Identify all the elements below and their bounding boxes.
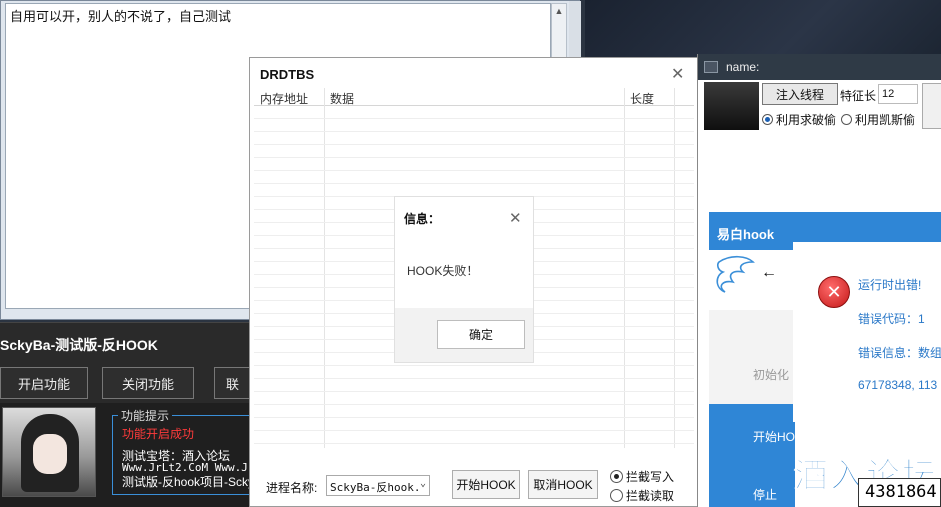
error-line-2: 错误代码：1 [858,312,925,326]
info-dialog-message: HOOK失败！ [407,264,479,278]
intercept-write-radio[interactable]: 拦截写入 [610,468,674,485]
info-dialog-title: 信息： [404,212,441,226]
ok-button[interactable]: 确定 [437,320,525,349]
cancel-hook-button[interactable]: 取消HOOK [528,470,598,499]
process-select[interactable]: SckyBa-反hook. ⌄ [326,475,430,496]
hook-sidebar: ← 初始化 开始HO 停止 [709,250,795,507]
process-name-label: 进程名称: [266,481,318,495]
tips-line-3: 测试版-反hook项目-Scky [122,475,255,489]
error-icon: ✕ [818,276,850,308]
anime-avatar-image [2,407,96,497]
error-message-box: ✕ 运行时出错! 错误代码：1 错误信息：数组 67178348, 113 [793,242,941,422]
info-dialog-close-icon[interactable]: ✕ [509,209,522,227]
arrow-left-icon: ← [761,264,777,281]
radio-checked-icon [762,114,773,125]
column-header-length[interactable]: 长度 [630,90,654,107]
tips-legend: 功能提示 [118,407,173,424]
radio-option-2-label: 利用凯斯偷 [855,113,916,127]
radio-option-2[interactable]: 利用凯斯偷 [841,111,915,128]
disable-function-button[interactable]: 关闭功能 [102,367,194,399]
error-line-3: 错误信息：数组 [858,346,941,360]
hook-actions: 开始HO 停止 [709,404,795,507]
intercept-write-label: 拦截写入 [626,470,675,484]
process-select-value: SckyBa-反hook. [330,481,421,494]
column-header-address[interactable]: 内存地址 [260,90,308,107]
name-window-title: name: [726,60,760,74]
memory-table-header: 内存地址 数据 长度 [254,88,694,106]
tips-status: 功能开启成功 [122,427,195,441]
side-button[interactable] [922,83,941,129]
drdtbs-close-icon[interactable]: ✕ [671,64,684,84]
enable-function-button[interactable]: 开启功能 [0,367,88,399]
radio-option-1-label: 利用求破偷 [776,113,837,127]
init-button[interactable]: 初始化 [709,310,795,404]
column-header-data[interactable]: 数据 [330,90,354,107]
error-line-4: 67178348, 113 [858,378,938,392]
name-window-titlebar: name: [698,54,941,80]
radio-unchecked-icon [841,114,852,125]
radio-option-1[interactable]: 利用求破偷 [762,111,836,128]
app-icon [704,61,718,73]
notepad-text: 自用可以开，别人的不说了，自己测试 [10,9,232,24]
intercept-read-radio[interactable]: 拦截读取 [610,487,674,504]
error-line-1: 运行时出错! [858,278,922,292]
intercept-read-label: 拦截读取 [626,489,675,503]
scroll-up-icon[interactable]: ▲ [552,4,566,18]
third-function-button[interactable]: 联 [214,367,250,399]
inject-thread-button[interactable]: 注入线程 [762,83,838,105]
hook-window-title: 易白hook [717,227,775,242]
init-label: 初始化 [753,368,790,382]
feature-length-input[interactable]: 12 [878,84,918,104]
drdtbs-title: DRDTBS [260,67,315,82]
sckyba-info-panel: 功能提示 功能开启成功 测试宝塔：酒入论坛 Www.JrLt2.CoM Www.… [0,403,254,507]
sckyba-title: SckyBa-测试版-反HOOK [0,337,158,353]
feature-length-label: 特征长 [840,89,877,103]
info-dialog: 信息： ✕ HOOK失败！ 确定 [395,197,533,362]
sckyba-window: SckyBa-测试版-反HOOK 开启功能 关闭功能 联 功能提示 功能开启成功… [0,322,254,507]
radio-unchecked-icon [610,489,623,502]
chevron-down-icon: ⌄ [419,478,426,489]
counter-display: 4381864 [858,478,941,507]
bird-logo-icon [716,255,755,293]
thumbnail-image [704,82,759,130]
stop-side-button[interactable]: 停止 [753,486,777,503]
start-hook-button[interactable]: 开始HOOK [452,470,520,499]
desktop-bg-right [585,0,941,60]
radio-checked-icon [610,470,623,483]
drdtbs-toolbar: 进程名称: SckyBa-反hook. ⌄ 开始HOOK 取消HOOK 拦截写入… [250,458,699,507]
start-hook-side-button[interactable]: 开始HO [753,428,795,445]
